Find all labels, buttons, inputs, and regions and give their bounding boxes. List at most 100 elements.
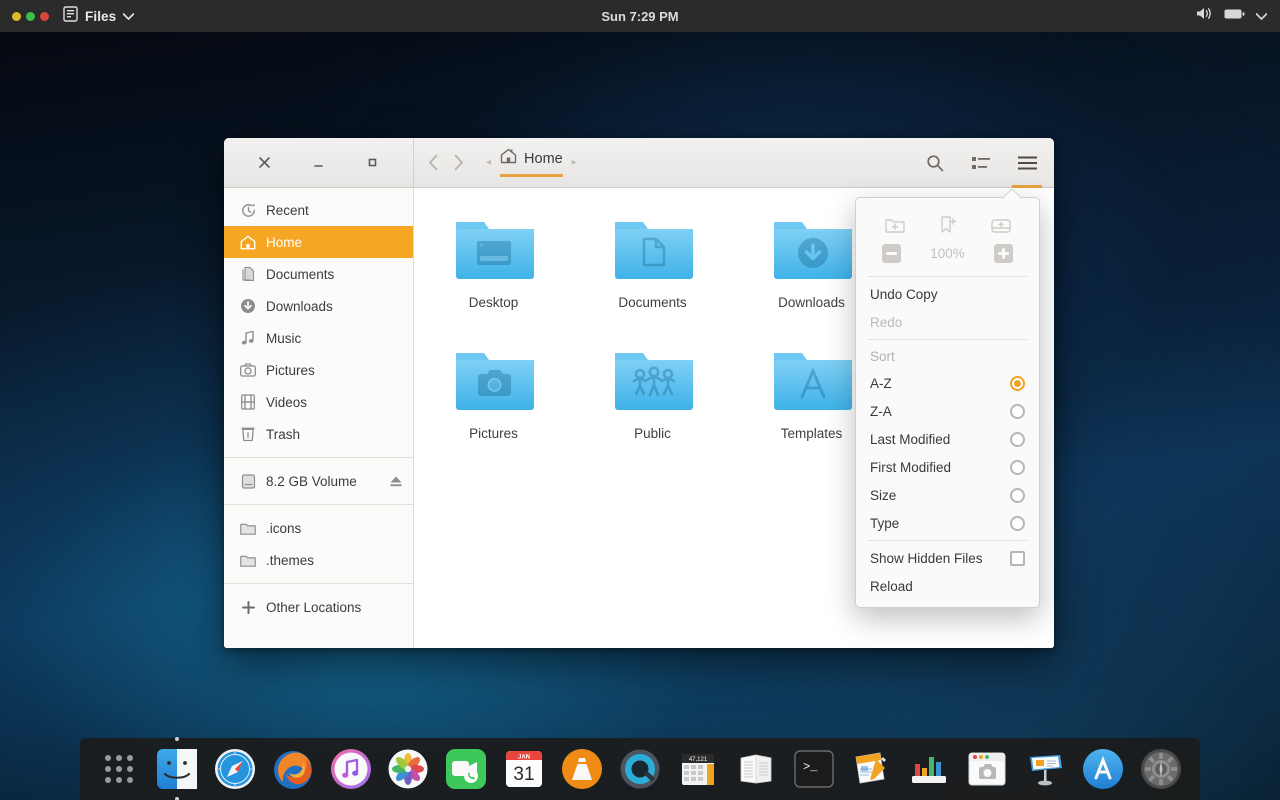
search-button[interactable]: [922, 146, 948, 180]
dock-item-firefox[interactable]: [270, 746, 316, 792]
maximize-traffic-light[interactable]: [40, 12, 49, 21]
menu-item-sort-az[interactable]: A-Z: [856, 369, 1039, 397]
zoom-in-button[interactable]: [994, 244, 1013, 263]
sidebar-item-documents[interactable]: Documents: [224, 258, 413, 290]
dock-item-quicktime[interactable]: [617, 746, 663, 792]
menu-item-sort-type[interactable]: Type: [856, 509, 1039, 537]
dock-item-photos[interactable]: [385, 746, 431, 792]
chevron-down-icon[interactable]: [1256, 7, 1267, 25]
view-options-button[interactable]: [968, 146, 994, 180]
hamburger-menu-button[interactable]: [1014, 146, 1040, 180]
dock: JAN 31 47,121: [80, 738, 1200, 800]
dock-item-safari[interactable]: [212, 746, 258, 792]
dock-item-terminal[interactable]: >_: [791, 746, 837, 792]
dock-item-keynote[interactable]: [1022, 746, 1068, 792]
radio-sort-first-modified[interactable]: [1010, 460, 1025, 475]
menu-item-sort-last-modified[interactable]: Last Modified: [856, 425, 1039, 453]
sidebar-item-other-locations[interactable]: Other Locations: [224, 591, 413, 623]
eject-icon[interactable]: [389, 475, 403, 488]
checkbox-show-hidden-files[interactable]: [1010, 551, 1025, 566]
sidebar-item-music[interactable]: Music: [224, 322, 413, 354]
menu-divider: [868, 276, 1027, 277]
sidebar-item-volume[interactable]: 8.2 GB Volume: [224, 465, 413, 497]
firefox-icon: [272, 748, 314, 790]
radio-sort-az[interactable]: [1010, 376, 1025, 391]
sidebar-item-label: Trash: [266, 427, 403, 442]
top-menu-bar: Files Sun 7:29 PM: [0, 0, 1280, 32]
menu-item-sort-size[interactable]: Size: [856, 481, 1039, 509]
calendar-month-label: JAN: [518, 755, 530, 761]
menu-item-sort-first-modified[interactable]: First Modified: [856, 453, 1039, 481]
file-item-documents[interactable]: Documents: [573, 206, 732, 337]
dock-item-facetime[interactable]: [443, 746, 489, 792]
sidebar-item-label: .themes: [266, 553, 403, 568]
minimize-traffic-light[interactable]: [26, 12, 35, 21]
menu-item-show-hidden-files[interactable]: Show Hidden Files: [856, 544, 1039, 572]
menu-item-label: Last Modified: [870, 432, 1002, 447]
menu-divider: [868, 339, 1027, 340]
dock-item-app-launcher[interactable]: [96, 746, 142, 792]
dock-item-appstore[interactable]: [1080, 746, 1126, 792]
minimize-window-button[interactable]: [305, 150, 331, 176]
sidebar-item-downloads[interactable]: Downloads: [224, 290, 413, 322]
back-arrow-button[interactable]: [428, 154, 439, 171]
film-icon: [240, 394, 256, 410]
maximize-window-button[interactable]: [359, 150, 385, 176]
file-item-pictures[interactable]: Pictures: [414, 337, 573, 468]
radio-sort-za[interactable]: [1010, 404, 1025, 419]
radio-sort-size[interactable]: [1010, 488, 1025, 503]
add-bookmark-icon[interactable]: [936, 214, 960, 236]
safari-icon: [214, 748, 256, 790]
file-item-public[interactable]: Public: [573, 337, 732, 468]
dock-item-itunes[interactable]: [328, 746, 374, 792]
menu-item-undo[interactable]: Undo Copy: [856, 280, 1039, 308]
radio-sort-last-modified[interactable]: [1010, 432, 1025, 447]
camera-icon: [240, 362, 256, 378]
dock-item-finder[interactable]: [154, 746, 200, 792]
dock-item-pages[interactable]: [848, 746, 894, 792]
new-window-icon[interactable]: [989, 214, 1013, 236]
zoom-out-button[interactable]: [882, 244, 901, 263]
window-header: ◂ Home ▸: [224, 138, 1054, 188]
volume-icon[interactable]: [1196, 6, 1213, 26]
sidebar-item-pictures[interactable]: Pictures: [224, 354, 413, 386]
radio-sort-type[interactable]: [1010, 516, 1025, 531]
sidebar-item-icons-folder[interactable]: .icons: [224, 512, 413, 544]
sidebar-item-themes-folder[interactable]: .themes: [224, 544, 413, 576]
sidebar-item-recent[interactable]: Recent: [224, 194, 413, 226]
breadcrumb-item-home[interactable]: Home: [500, 148, 563, 177]
traffic-lights[interactable]: [12, 12, 49, 21]
menu-item-reload[interactable]: Reload: [856, 572, 1039, 600]
documents-icon: [240, 266, 256, 282]
breadcrumb-prev-arrow[interactable]: ◂: [486, 157, 491, 168]
sidebar-item-videos[interactable]: Videos: [224, 386, 413, 418]
calculator-display-label: 47,121: [689, 757, 708, 763]
dock-item-calendar[interactable]: JAN 31: [501, 746, 547, 792]
numbers-icon: [908, 750, 950, 788]
battery-icon[interactable]: [1224, 7, 1245, 25]
breadcrumb-next-arrow[interactable]: ▸: [572, 157, 577, 168]
dock-item-screenshot[interactable]: [964, 746, 1010, 792]
menu-icon-row: [856, 204, 1039, 240]
dock-item-textedit[interactable]: [733, 746, 779, 792]
folder-icon: [768, 345, 856, 417]
close-traffic-light[interactable]: [12, 12, 21, 21]
zoom-level-label: 100%: [930, 246, 965, 261]
dock-item-numbers[interactable]: [906, 746, 952, 792]
terminal-prompt-label: >_: [803, 760, 818, 774]
menu-item-sort-za[interactable]: Z-A: [856, 397, 1039, 425]
dock-item-vlc[interactable]: [559, 746, 605, 792]
menu-item-label: A-Z: [870, 376, 1002, 391]
menu-item-label: Show Hidden Files: [870, 551, 1002, 566]
new-folder-icon[interactable]: [883, 214, 907, 236]
sidebar-item-home[interactable]: Home: [224, 226, 413, 258]
sidebar-item-trash[interactable]: Trash: [224, 418, 413, 450]
dock-item-settings[interactable]: [1138, 746, 1184, 792]
file-item-desktop[interactable]: Desktop: [414, 206, 573, 337]
forward-arrow-button[interactable]: [453, 154, 464, 171]
app-menu[interactable]: Files: [63, 6, 134, 27]
dock-item-calculator[interactable]: 47,121: [675, 746, 721, 792]
menu-item-redo[interactable]: Redo: [856, 308, 1039, 336]
chevron-down-icon[interactable]: [123, 7, 134, 25]
close-window-button[interactable]: [252, 150, 278, 176]
